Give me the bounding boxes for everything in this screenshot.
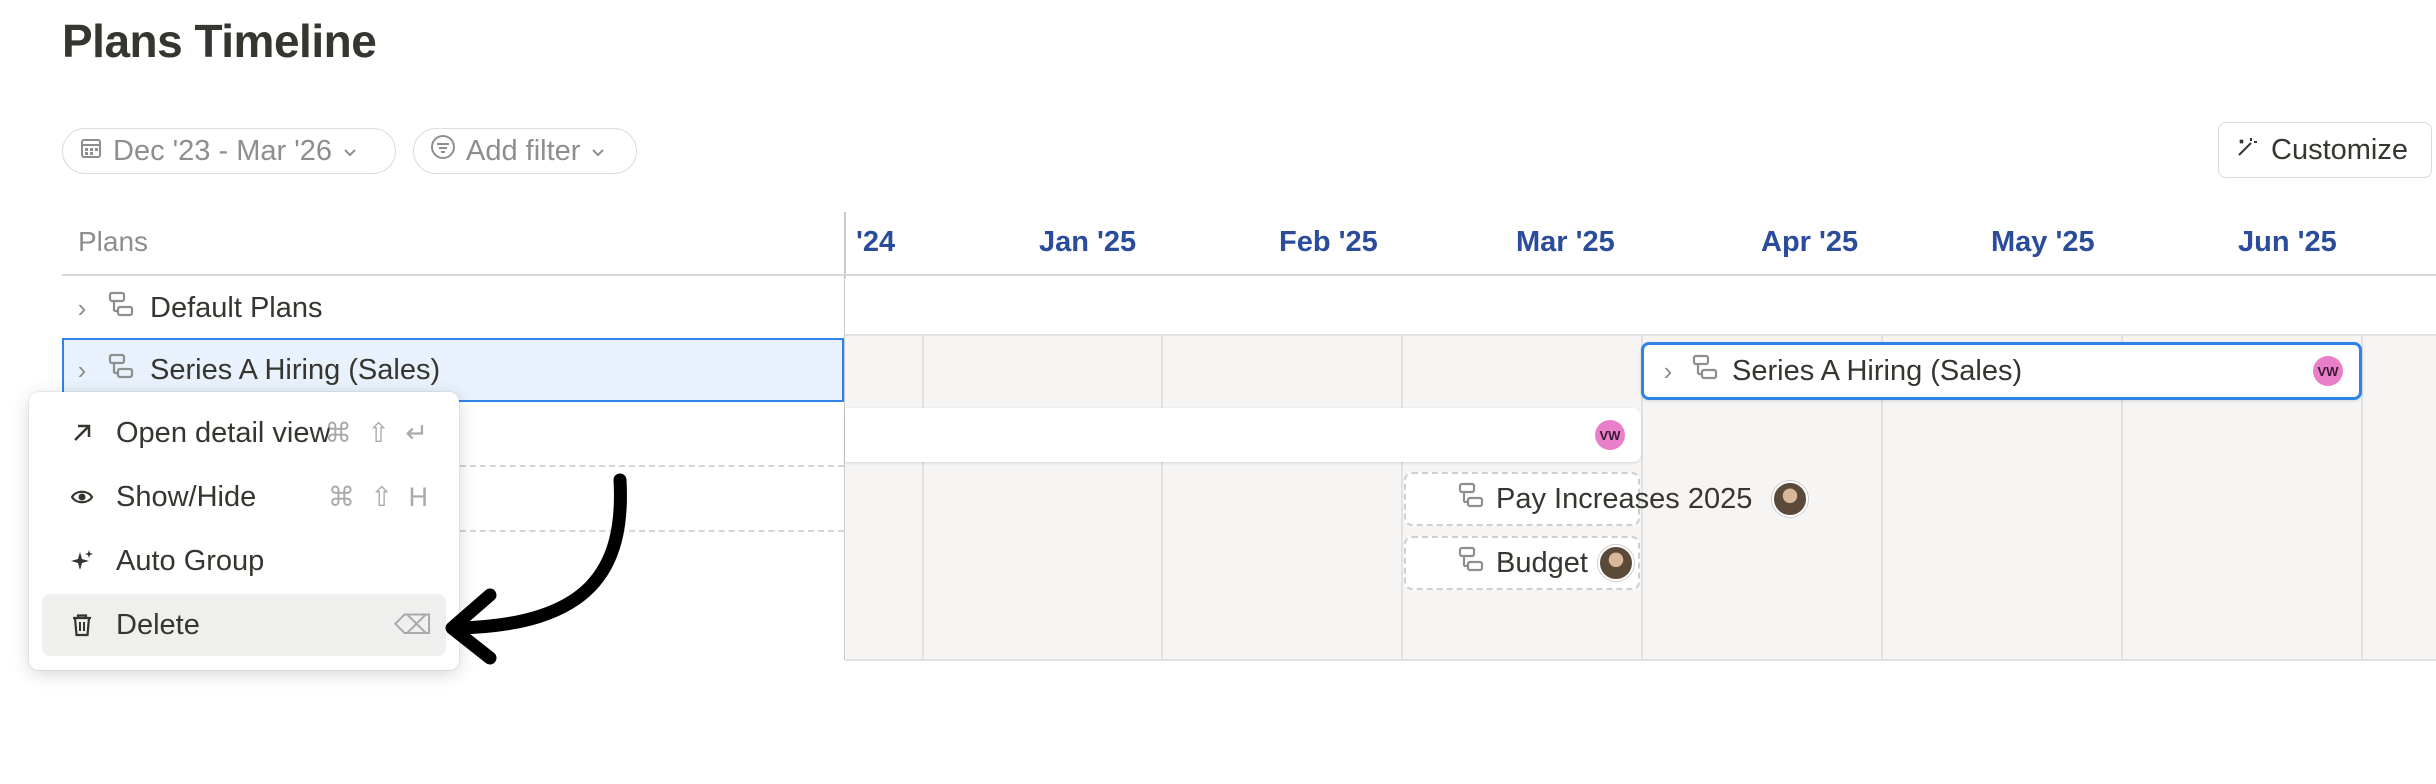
magic-wand-icon xyxy=(2235,134,2259,167)
timeline-bar-label: Pay Increases 2025 xyxy=(1496,482,1753,515)
timeline-bar[interactable]: VW xyxy=(845,408,1641,462)
plan-icon xyxy=(106,351,136,389)
timeline-bar-series-a[interactable]: › Series A Hiring (Sales) VW xyxy=(1641,342,2362,400)
month-label: Mar '25 xyxy=(1516,226,1615,258)
month-label: Feb '25 xyxy=(1279,226,1378,258)
month-label: '24 xyxy=(856,226,896,258)
calendar-icon xyxy=(79,135,103,168)
menu-item-label: Open detail view xyxy=(116,416,331,449)
timeline-bar-budget[interactable]: Budget xyxy=(1404,536,1640,590)
plan-icon xyxy=(106,289,136,327)
timeline-bar-label: Series A Hiring (Sales) xyxy=(1732,354,2023,387)
menu-item-shortcut: ⌘ ⇧ H xyxy=(327,481,432,512)
grid-bottom-line xyxy=(845,659,2436,661)
chevron-right-icon[interactable]: › xyxy=(72,293,92,324)
eye-icon xyxy=(64,484,100,510)
menu-item-delete[interactable]: Delete ⌫ xyxy=(42,594,446,656)
avatar: VW xyxy=(1595,420,1625,450)
plan-row-label: Default Plans xyxy=(150,291,323,324)
plan-row-series-a[interactable]: › Series A Hiring (Sales) xyxy=(72,348,440,392)
plan-icon xyxy=(1690,352,1720,390)
context-menu: Open detail view ⌘ ⇧ ↵ Show/Hide ⌘ ⇧ H A… xyxy=(29,392,459,670)
filter-icon xyxy=(430,134,456,168)
arrow-up-right-icon xyxy=(64,420,100,446)
plan-row-label: Series A Hiring (Sales) xyxy=(150,353,441,386)
timeline-bar-pay-increases[interactable]: Pay Increases 2025 xyxy=(1404,472,1808,526)
avatar xyxy=(1772,481,1808,517)
customize-button[interactable]: Customize xyxy=(2218,122,2432,178)
plan-icon xyxy=(1456,544,1486,582)
menu-item-auto-group[interactable]: Auto Group xyxy=(42,530,446,592)
menu-item-label: Auto Group xyxy=(116,544,265,577)
avatar xyxy=(1598,545,1634,581)
add-filter-label: Add filter xyxy=(466,134,581,167)
trash-icon xyxy=(64,612,100,638)
month-label: May '25 xyxy=(1991,226,2095,258)
avatar: VW xyxy=(2313,356,2343,386)
menu-item-label: Show/Hide xyxy=(116,480,257,513)
date-range-filter[interactable]: Dec '23 - Mar '26 xyxy=(62,128,396,174)
plan-icon xyxy=(1456,480,1486,518)
chevron-right-icon[interactable]: › xyxy=(1658,356,1678,387)
page-title: Plans Timeline xyxy=(62,15,377,67)
plans-column-header: Plans xyxy=(78,226,149,257)
sparkle-icon xyxy=(64,548,100,574)
chevron-down-icon xyxy=(342,135,358,168)
menu-item-show-hide[interactable]: Show/Hide ⌘ ⇧ H xyxy=(42,466,446,528)
date-range-label: Dec '23 - Mar '26 xyxy=(113,134,332,167)
month-label: Jun '25 xyxy=(2238,226,2337,258)
menu-item-open-detail-view[interactable]: Open detail view ⌘ ⇧ ↵ xyxy=(42,402,446,464)
annotation-arrow xyxy=(445,473,627,665)
header-divider xyxy=(62,274,2436,276)
plan-row-default[interactable]: › Default Plans xyxy=(72,286,323,330)
chevron-down-icon xyxy=(590,135,606,168)
customize-label: Customize xyxy=(2271,133,2408,166)
month-label: Jan '25 xyxy=(1039,226,1137,258)
menu-item-shortcut: ⌘ ⇧ ↵ xyxy=(324,417,432,448)
timeline-bar-label: Budget xyxy=(1496,546,1588,579)
add-filter-button[interactable]: Add filter xyxy=(413,128,637,174)
month-label: Apr '25 xyxy=(1761,226,1859,258)
menu-item-label: Delete xyxy=(116,608,200,641)
chevron-right-icon[interactable]: › xyxy=(72,355,92,386)
default-plans-timeline-row[interactable] xyxy=(845,278,2436,336)
backspace-icon: ⌫ xyxy=(393,609,432,640)
